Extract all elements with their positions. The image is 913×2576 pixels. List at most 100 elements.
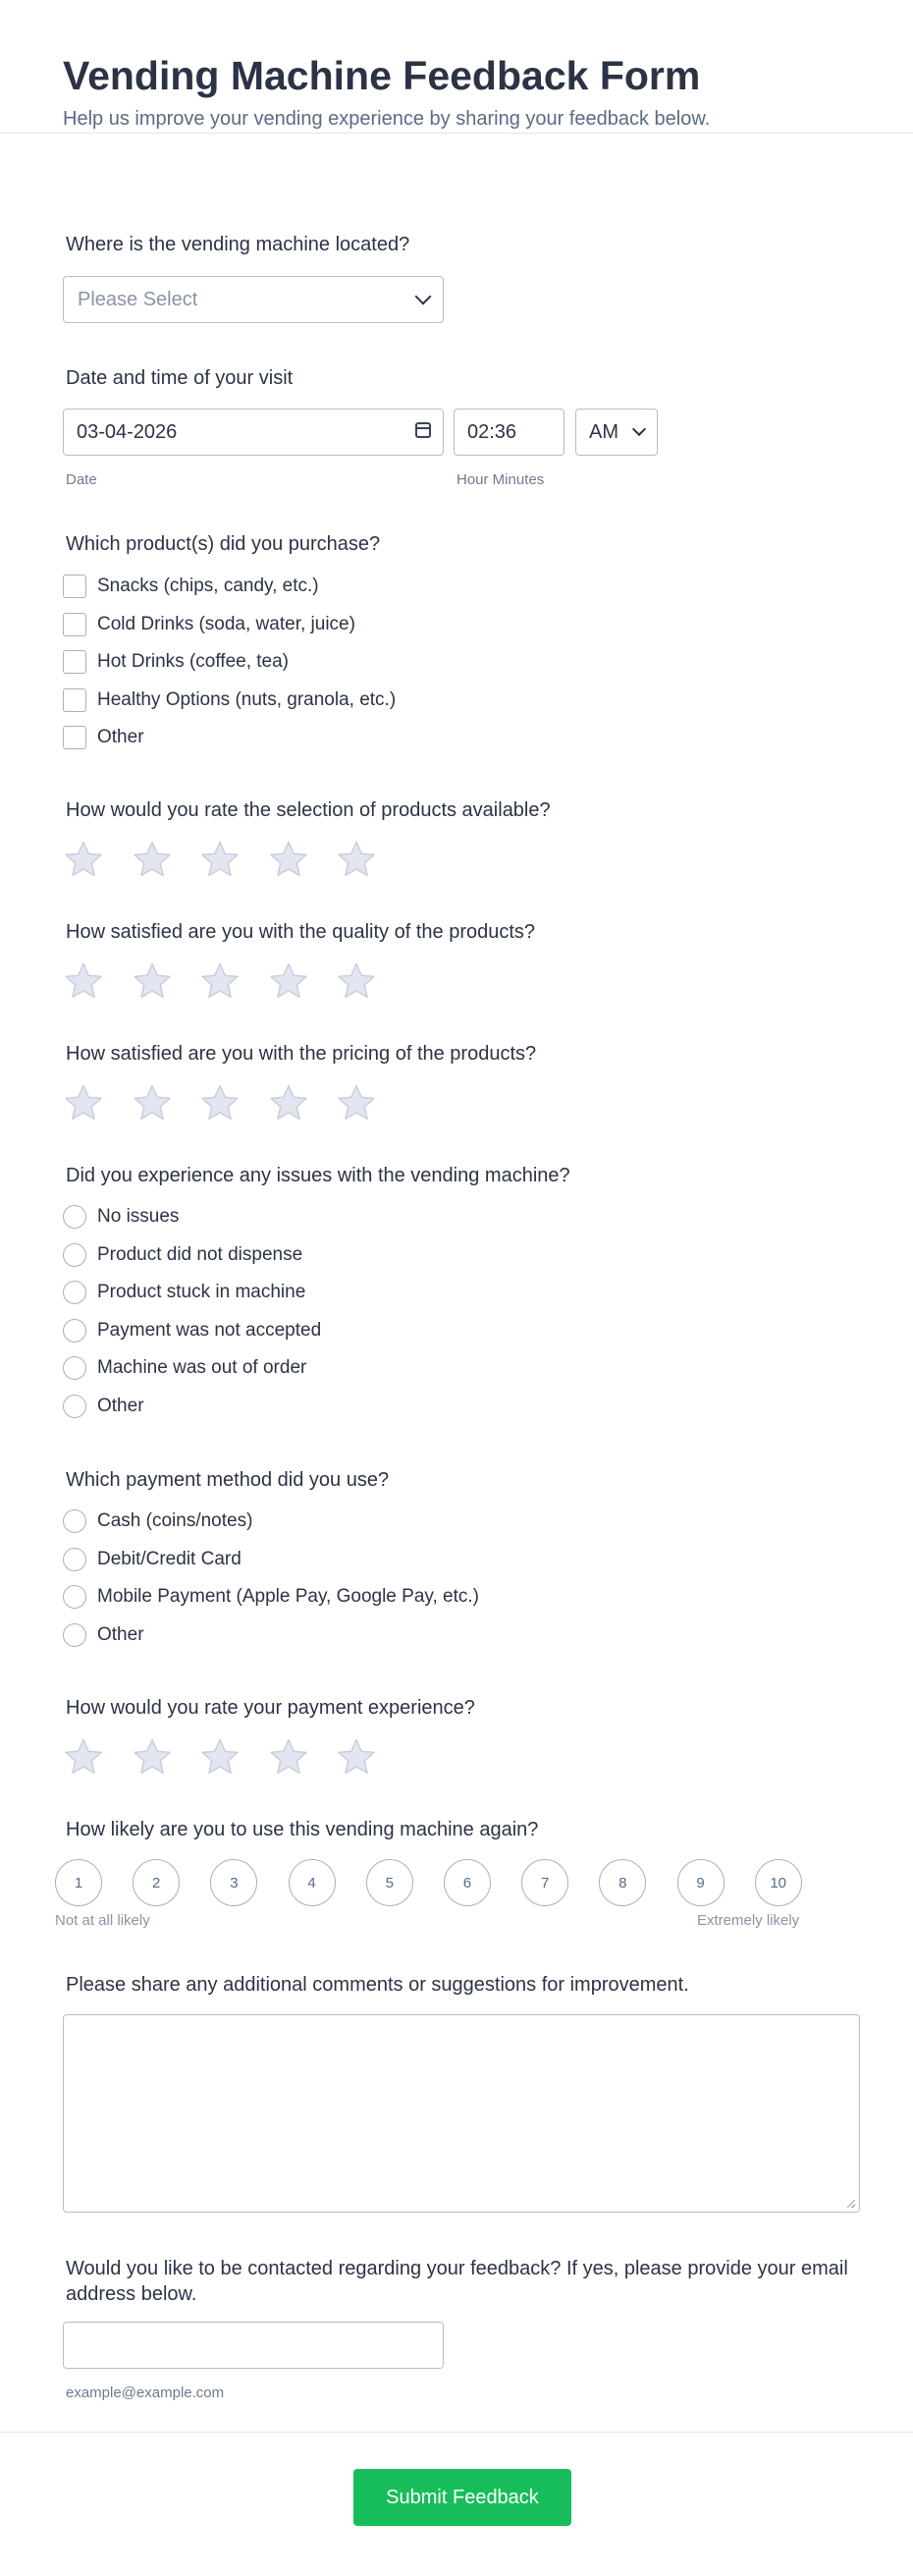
product-option[interactable]: Healthy Options (nuts, granola, etc.) [63, 682, 396, 720]
chevron-down-icon [631, 421, 647, 437]
scale-option[interactable]: 10 [754, 1859, 802, 1906]
checkbox[interactable] [63, 612, 86, 636]
scale-option[interactable]: 9 [676, 1859, 725, 1906]
payment-option[interactable]: Other [63, 1617, 479, 1655]
checkbox[interactable] [63, 575, 86, 599]
scale-option[interactable]: 6 [443, 1859, 491, 1906]
product-option-label: Healthy Options (nuts, granola, etc.) [97, 688, 397, 710]
issues-radio-list: No issues Product did not dispense Produ… [63, 1198, 321, 1425]
star-icon[interactable] [336, 839, 377, 880]
star-icon[interactable] [63, 1736, 104, 1778]
form-title: Vending Machine Feedback Form [63, 53, 701, 98]
quality-star-rating [63, 960, 404, 1002]
visit-question: Date and time of your visit [66, 367, 294, 389]
scale-option[interactable]: 2 [133, 1859, 181, 1906]
scale-option[interactable]: 5 [365, 1859, 413, 1906]
time-sublabel: Hour Minutes [456, 471, 545, 488]
selection-star-rating [63, 839, 404, 880]
issue-option[interactable]: Machine was out of order [63, 1349, 321, 1388]
pricing-star-rating [63, 1082, 404, 1124]
star-icon[interactable] [63, 1082, 104, 1124]
product-option[interactable]: Cold Drinks (soda, water, juice) [63, 606, 396, 644]
star-icon[interactable] [336, 1736, 377, 1778]
issue-option[interactable]: Other [63, 1388, 321, 1426]
star-icon[interactable] [268, 1736, 309, 1778]
comments-question: Please share any additional comments or … [66, 1974, 689, 1996]
payment-option[interactable]: Cash (coins/notes) [63, 1503, 479, 1541]
radio-button[interactable] [63, 1547, 86, 1571]
star-icon[interactable] [268, 960, 309, 1002]
date-input[interactable]: 03-04-2026 [63, 409, 444, 456]
submit-button[interactable]: Submit Feedback [353, 2469, 571, 2526]
star-icon[interactable] [336, 1082, 377, 1124]
star-icon[interactable] [199, 839, 241, 880]
checkbox[interactable] [63, 650, 86, 675]
radio-button[interactable] [63, 1205, 86, 1230]
star-icon[interactable] [199, 1082, 241, 1124]
likelihood-scale: 1 2 3 4 5 6 7 8 9 10 [55, 1859, 832, 1906]
issue-option-label: Payment was not accepted [97, 1319, 322, 1341]
payment-option-label: Debit/Credit Card [97, 1548, 242, 1569]
star-icon[interactable] [199, 960, 241, 1002]
radio-button[interactable] [63, 1242, 86, 1267]
star-icon[interactable] [199, 1736, 241, 1778]
star-icon[interactable] [268, 1082, 309, 1124]
star-icon[interactable] [132, 1082, 173, 1124]
issue-option[interactable]: No issues [63, 1198, 321, 1236]
issue-option-label: Product stuck in machine [97, 1282, 306, 1303]
email-field[interactable] [63, 2322, 444, 2369]
issue-option-label: Machine was out of order [97, 1357, 307, 1379]
payment-radio-list: Cash (coins/notes) Debit/Credit Card Mob… [63, 1503, 479, 1654]
star-icon[interactable] [336, 960, 377, 1002]
payment-option-label: Other [97, 1623, 144, 1645]
star-icon[interactable] [132, 1736, 173, 1778]
issues-question: Did you experience any issues with the v… [66, 1165, 570, 1186]
star-icon[interactable] [63, 839, 104, 880]
selection-rating-question: How would you rate the selection of prod… [66, 799, 551, 821]
date-value: 03-04-2026 [77, 420, 178, 443]
time-input[interactable]: 02:36 [454, 409, 564, 456]
payment-option[interactable]: Mobile Payment (Apple Pay, Google Pay, e… [63, 1578, 479, 1617]
scale-option[interactable]: 4 [288, 1859, 336, 1906]
radio-button[interactable] [63, 1622, 86, 1647]
radio-button[interactable] [63, 1356, 86, 1381]
calendar-icon[interactable] [415, 422, 431, 438]
checkbox[interactable] [63, 687, 86, 712]
radio-button[interactable] [63, 1585, 86, 1610]
star-icon[interactable] [63, 960, 104, 1002]
star-icon[interactable] [268, 839, 309, 880]
comments-textarea[interactable] [63, 2014, 860, 2213]
product-option[interactable]: Snacks (chips, candy, etc.) [63, 568, 396, 606]
issue-option[interactable]: Product did not dispense [63, 1236, 321, 1275]
scale-option[interactable]: 3 [210, 1859, 258, 1906]
star-icon[interactable] [132, 839, 173, 880]
footer-divider [0, 2432, 913, 2433]
payment-option-label: Mobile Payment (Apple Pay, Google Pay, e… [97, 1586, 479, 1608]
issue-option[interactable]: Product stuck in machine [63, 1274, 321, 1312]
product-option-label: Other [97, 727, 144, 748]
scale-option[interactable]: 8 [599, 1859, 647, 1906]
radio-button[interactable] [63, 1318, 86, 1343]
scale-option[interactable]: 1 [55, 1859, 102, 1906]
payment-rating-question: How would you rate your payment experien… [66, 1697, 475, 1719]
scale-option[interactable]: 7 [521, 1859, 569, 1906]
contact-question: Would you like to be contacted regarding… [66, 2258, 848, 2305]
product-option-label: Snacks (chips, candy, etc.) [97, 575, 319, 597]
email-sublabel: example@example.com [66, 2384, 225, 2401]
location-select[interactable]: Please Select [63, 276, 444, 323]
radio-button[interactable] [63, 1394, 86, 1418]
star-icon[interactable] [132, 960, 173, 1002]
products-question: Which product(s) did you purchase? [66, 533, 381, 555]
resize-handle-icon[interactable] [847, 2200, 855, 2208]
product-option[interactable]: Hot Drinks (coffee, tea) [63, 643, 396, 682]
product-option[interactable]: Other [63, 719, 396, 757]
issue-option[interactable]: Payment was not accepted [63, 1312, 321, 1350]
payment-question: Which payment method did you use? [66, 1469, 390, 1491]
radio-button[interactable] [63, 1509, 86, 1534]
scale-min-label: Not at all likely [55, 1912, 150, 1929]
checkbox[interactable] [63, 726, 86, 750]
ampm-select[interactable]: AM [575, 409, 658, 456]
issue-option-label: No issues [97, 1206, 180, 1228]
payment-option[interactable]: Debit/Credit Card [63, 1541, 479, 1579]
radio-button[interactable] [63, 1281, 86, 1305]
